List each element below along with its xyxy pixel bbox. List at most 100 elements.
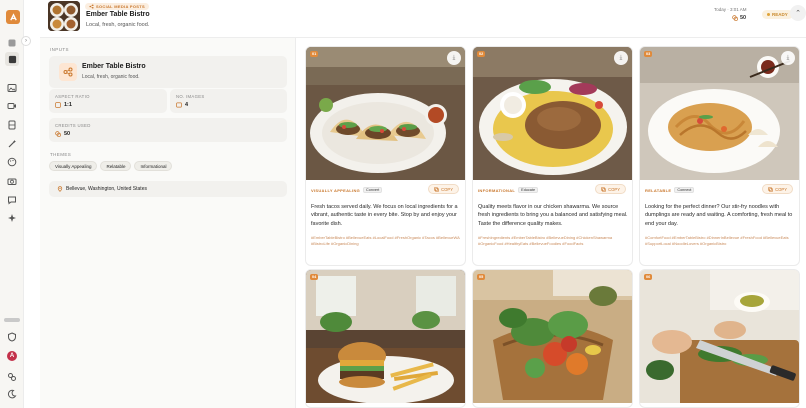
post-caption: Fresh tacos served daily. We focus on lo… bbox=[311, 204, 458, 227]
themes-section-label: THEMES bbox=[50, 152, 72, 157]
download-icon[interactable]: ⤓ bbox=[447, 51, 461, 65]
copy-button[interactable]: COPY bbox=[762, 184, 793, 194]
post-hashtags: #EmberTableBistro #BellevueEats #LocalFo… bbox=[311, 235, 460, 246]
copy-label: COPY bbox=[441, 186, 453, 192]
post-image-chopping-herbs[interactable] bbox=[640, 270, 799, 403]
film-icon[interactable] bbox=[7, 120, 17, 130]
post-type: INFORMATIONAL bbox=[478, 187, 516, 193]
credits-count: 50 bbox=[732, 15, 746, 21]
num-images-label: NO. IMAGES bbox=[176, 94, 205, 99]
aspect-ratio-stat: ASPECT RATIO 1:1 bbox=[49, 89, 167, 113]
category-tag: SOCIAL MEDIA POSTS bbox=[85, 3, 149, 10]
download-icon[interactable]: ⤓ bbox=[614, 51, 628, 65]
copy-icon bbox=[601, 186, 606, 192]
chevron-up-icon[interactable]: ⌃ bbox=[790, 5, 806, 21]
square-icon[interactable] bbox=[7, 38, 17, 48]
copy-label: COPY bbox=[608, 186, 620, 192]
coin-icon bbox=[732, 15, 738, 21]
post-type: VISUALLY APPEALING bbox=[311, 187, 361, 193]
post-hashtags: #ComfortFood #EmberTableBistro #DinnerIn… bbox=[645, 235, 789, 246]
post-number: 02 bbox=[477, 51, 486, 57]
copy-icon bbox=[434, 186, 439, 192]
share-icon bbox=[59, 63, 77, 81]
num-images-value-row: 4 bbox=[176, 102, 188, 108]
video-icon[interactable] bbox=[7, 101, 17, 111]
post-meta: VISUALLY APPEALING Convert bbox=[311, 187, 383, 193]
inputs-section-label: INPUTS bbox=[50, 47, 69, 52]
link-icon[interactable] bbox=[7, 372, 17, 382]
post-number: 06 bbox=[644, 274, 653, 280]
post-hashtags: #FreshIngredients #EmberTableBistro #Bel… bbox=[478, 235, 613, 246]
credits-value: 50 bbox=[740, 15, 747, 21]
post-image-noodles[interactable] bbox=[640, 47, 799, 180]
copy-label: COPY bbox=[775, 186, 787, 192]
collapse-sidebar-button[interactable]: › bbox=[21, 36, 31, 46]
post-caption: Quality meets flavor in our chicken shaw… bbox=[478, 204, 628, 227]
download-icon[interactable]: ⤓ bbox=[781, 51, 795, 65]
post-card: 04 bbox=[305, 269, 466, 408]
moon-icon[interactable] bbox=[7, 389, 17, 399]
post-card: 06 bbox=[639, 269, 800, 408]
post-caption: Looking for the perfect dinner? Our stir… bbox=[645, 204, 793, 227]
magic-wand-icon[interactable] bbox=[7, 139, 17, 149]
post-image-burger[interactable] bbox=[306, 270, 465, 403]
inputs-panel: INPUTS Ember Table Bistro Local, fresh, … bbox=[40, 38, 296, 408]
app: A › SOCIAL MEDIA POSTS Ember Table Bistr… bbox=[0, 0, 806, 408]
post-goal: Connect bbox=[674, 187, 695, 193]
post-card: 03 ⤓ RELATABLE Connect COPY Looking for … bbox=[639, 46, 800, 266]
location-field: Bellevue, Washington, United States bbox=[49, 181, 287, 197]
map-pin-icon bbox=[57, 186, 63, 192]
post-card: 05 bbox=[472, 269, 633, 408]
shield-icon[interactable] bbox=[7, 332, 17, 342]
copy-button[interactable]: COPY bbox=[428, 184, 459, 194]
post-meta: INFORMATIONAL Educate bbox=[478, 187, 539, 193]
business-name: Ember Table Bistro bbox=[82, 63, 146, 70]
post-image-shawarma[interactable] bbox=[473, 47, 632, 180]
page-subtitle: Local, fresh, organic food. bbox=[86, 22, 150, 28]
image-icon bbox=[176, 102, 182, 108]
copy-button[interactable]: COPY bbox=[595, 184, 626, 194]
category-tag-label: SOCIAL MEDIA POSTS bbox=[96, 4, 145, 9]
post-image-vegetables[interactable] bbox=[473, 270, 632, 403]
status-dot-icon bbox=[767, 13, 770, 16]
palette-icon[interactable] bbox=[7, 157, 17, 167]
timestamp: Today · 3:01 AM bbox=[714, 7, 747, 12]
theme-chip: Informational bbox=[134, 161, 173, 171]
post-number: 04 bbox=[310, 274, 319, 280]
aspect-ratio-value: 1:1 bbox=[64, 102, 72, 108]
app-logo-icon[interactable] bbox=[6, 10, 20, 24]
theme-chips: Visually Appealing Relatable Information… bbox=[49, 161, 173, 171]
status-badge: READY bbox=[762, 10, 793, 19]
coin-icon bbox=[55, 131, 61, 137]
num-images-value: 4 bbox=[185, 102, 189, 108]
header: SOCIAL MEDIA POSTS Ember Table Bistro Lo… bbox=[40, 0, 806, 38]
user-avatar[interactable]: A bbox=[7, 351, 17, 361]
chat-icon[interactable] bbox=[7, 195, 17, 205]
grid-icon[interactable] bbox=[5, 52, 19, 66]
post-goal: Educate bbox=[518, 187, 539, 193]
scroll-handle[interactable] bbox=[4, 318, 20, 322]
camera-icon[interactable] bbox=[7, 176, 17, 186]
aspect-ratio-icon bbox=[55, 102, 61, 108]
post-type: RELATABLE bbox=[645, 187, 672, 193]
post-meta: RELATABLE Connect bbox=[645, 187, 695, 193]
page-title: Ember Table Bistro bbox=[86, 11, 150, 18]
post-number: 01 bbox=[310, 51, 319, 57]
aspect-ratio-label: ASPECT RATIO bbox=[55, 94, 90, 99]
status-label: READY bbox=[772, 12, 788, 17]
post-image-tacos[interactable] bbox=[306, 47, 465, 180]
theme-chip: Relatable bbox=[100, 161, 132, 171]
copy-icon bbox=[768, 186, 773, 192]
image-icon[interactable] bbox=[7, 83, 17, 93]
credits-used-value: 50 bbox=[64, 131, 71, 137]
location-value: Bellevue, Washington, United States bbox=[66, 186, 147, 192]
left-rail: A bbox=[0, 0, 24, 408]
business-card: Ember Table Bistro Local, fresh, organic… bbox=[49, 56, 287, 88]
num-images-stat: NO. IMAGES 4 bbox=[170, 89, 287, 113]
post-number: 05 bbox=[477, 274, 486, 280]
business-description: Local, fresh, organic food. bbox=[82, 74, 140, 80]
post-number: 03 bbox=[644, 51, 653, 57]
post-goal: Convert bbox=[363, 187, 383, 193]
project-thumbnail bbox=[48, 1, 80, 31]
sparkle-icon[interactable] bbox=[7, 213, 17, 223]
